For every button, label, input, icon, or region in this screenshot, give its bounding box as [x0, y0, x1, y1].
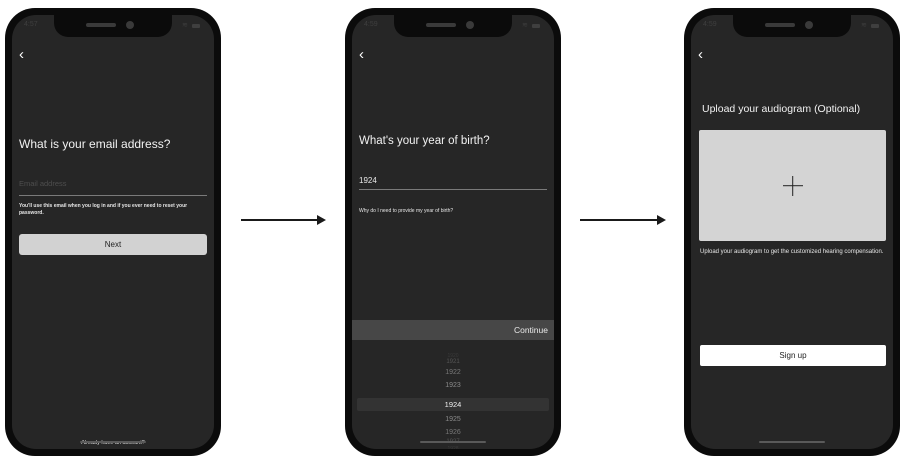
status-icons: ≋: [182, 22, 200, 29]
picker-year[interactable]: 1926: [352, 429, 554, 436]
picker-year-selected[interactable]: 1924: [352, 400, 554, 409]
email-input[interactable]: Email address: [19, 179, 207, 193]
back-chevron-icon[interactable]: ‹: [359, 47, 364, 62]
wifi-icon: ≋: [522, 22, 528, 29]
back-chevron-icon[interactable]: ‹: [19, 47, 24, 62]
plus-icon: [782, 184, 803, 187]
email-input-underline: [19, 195, 207, 196]
next-button[interactable]: Next: [19, 234, 207, 255]
phone-year-of-birth: 4:59 ≋ ‹ What's your year of birth? 1924…: [345, 8, 561, 456]
audiogram-upload-area[interactable]: [699, 130, 886, 241]
page-title: What's your year of birth?: [359, 135, 490, 147]
year-input-underline: [359, 189, 547, 190]
email-screen: 4:57 ≋ ‹ What is your email address? Ema…: [12, 15, 214, 449]
status-time: 4:57: [24, 21, 38, 28]
year-input[interactable]: 1924: [359, 176, 547, 185]
picker-year[interactable]: 1921: [352, 359, 554, 365]
why-year-link[interactable]: Why do I need to provide my year of birt…: [359, 208, 547, 215]
email-helper-text: You'll use this email when you log in an…: [19, 203, 188, 216]
wifi-icon: ≋: [861, 22, 867, 29]
year-screen: 4:59 ≋ ‹ What's your year of birth? 1924…: [352, 15, 554, 449]
back-chevron-icon[interactable]: ‹: [698, 47, 703, 62]
home-indicator: [759, 441, 825, 443]
notch: [394, 15, 512, 37]
page-title: What is your email address?: [19, 137, 171, 151]
continue-button[interactable]: Continue: [514, 325, 548, 335]
page-title: Upload your audiogram (Optional): [702, 103, 861, 115]
status-icons: ≋: [522, 22, 540, 29]
picker-toolbar: Continue: [352, 320, 554, 340]
sign-up-button[interactable]: Sign up: [700, 345, 886, 366]
battery-icon: [871, 24, 879, 28]
notch: [54, 15, 172, 37]
phone-email: 4:57 ≋ ‹ What is your email address? Ema…: [5, 8, 221, 456]
picker-year[interactable]: 1928: [352, 446, 554, 449]
upload-caption: Upload your audiogram to get the customi…: [700, 249, 884, 255]
flow-arrow: [580, 215, 666, 225]
notch: [733, 15, 851, 37]
home-indicator: [420, 441, 486, 443]
battery-icon: [532, 24, 540, 28]
status-time: 4:59: [703, 21, 717, 28]
picker-year[interactable]: 1923: [352, 382, 554, 389]
home-indicator: [80, 441, 146, 443]
battery-icon: [192, 24, 200, 28]
picker-year[interactable]: 1922: [352, 369, 554, 376]
wifi-icon: ≋: [182, 22, 188, 29]
audiogram-screen: 4:59 ≋ ‹ Upload your audiogram (Optional…: [691, 15, 893, 449]
phone-audiogram: 4:59 ≋ ‹ Upload your audiogram (Optional…: [684, 8, 900, 456]
flow-arrow: [241, 215, 326, 225]
picker-year[interactable]: 1925: [352, 416, 554, 423]
status-time: 4:59: [364, 21, 378, 28]
status-icons: ≋: [861, 22, 879, 29]
